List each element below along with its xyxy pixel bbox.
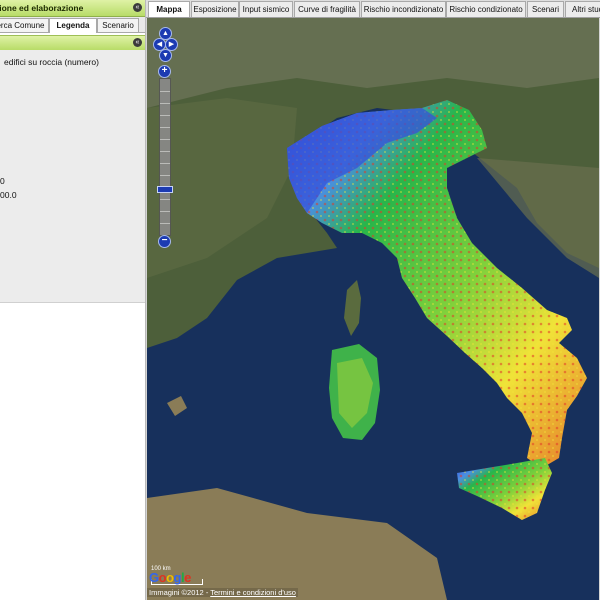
tab-scenari[interactable]: Scenari (527, 1, 564, 17)
tab-altri-studi[interactable]: Altri studi (565, 1, 600, 17)
zoom-level-mark (160, 127, 170, 128)
legend-value-low: 0 (0, 176, 5, 186)
tab-scenario[interactable]: Scenario (97, 18, 139, 32)
zoom-level-mark (160, 139, 170, 140)
legend-title: edifici su roccia (numero) (4, 57, 99, 67)
tab-legenda[interactable]: Legenda (49, 18, 97, 33)
legend-panel: edifici su roccia (numero) 0 00.0 (0, 50, 145, 303)
zoom-slider-handle[interactable] (157, 186, 173, 193)
pan-control[interactable]: ▲ ◀ ▶ ▼ (153, 27, 178, 62)
map-canvas (147, 18, 599, 600)
collapse-icon[interactable]: « (133, 3, 142, 12)
tab-rischio-condizionato[interactable]: Rischio condizionato (446, 1, 526, 17)
zoom-level-mark (160, 211, 170, 212)
panel-title: zazione ed elaborazione (0, 3, 84, 13)
tab-input-sismico[interactable]: Input sismico (239, 1, 293, 17)
panel-header: zazione ed elaborazione « (0, 0, 145, 17)
zoom-level-mark (160, 163, 170, 164)
zoom-out-button[interactable]: − (158, 235, 171, 248)
zoom-level-mark (160, 91, 170, 92)
tab-cerca-comune[interactable]: erca Comune (0, 18, 49, 32)
tab-esposizione[interactable]: Esposizione (191, 1, 239, 17)
left-panel: zazione ed elaborazione « erca Comune Le… (0, 0, 146, 600)
zoom-level-mark (160, 223, 170, 224)
terms-link[interactable]: Termini e condizioni d'uso (210, 588, 296, 597)
satellite-map[interactable]: ▲ ◀ ▶ ▼ + − 100 km Google Immagini ©2012… (147, 18, 599, 600)
collapse-icon[interactable]: « (133, 38, 142, 47)
legend-section-header: « (0, 35, 145, 51)
left-tab-bar: erca Comune Legenda Scenario (0, 17, 145, 33)
tab-rischio-incondizionato[interactable]: Rischio incondizionato (361, 1, 446, 17)
zoom-level-mark (160, 103, 170, 104)
pan-down-icon[interactable]: ▼ (159, 49, 172, 62)
google-logo[interactable]: Google (149, 570, 191, 585)
map-tab-bar: Mappa Esposizione Input sismico Curve di… (146, 0, 600, 18)
zoom-level-mark (160, 115, 170, 116)
zoom-level-mark (160, 175, 170, 176)
tab-curve-fragilita[interactable]: Curve di fragilità (294, 1, 360, 17)
zoom-bar[interactable] (159, 78, 171, 236)
map-attribution: Immagini ©2012 - Termini e condizioni d'… (147, 588, 298, 597)
zoom-level-mark (160, 199, 170, 200)
attribution-text: Immagini ©2012 (149, 588, 204, 597)
legend-value-high: 00.0 (0, 190, 17, 200)
zoom-in-button[interactable]: + (158, 65, 171, 78)
tab-mappa[interactable]: Mappa (148, 1, 190, 17)
map-area: Mappa Esposizione Input sismico Curve di… (146, 0, 600, 600)
zoom-level-mark (160, 151, 170, 152)
